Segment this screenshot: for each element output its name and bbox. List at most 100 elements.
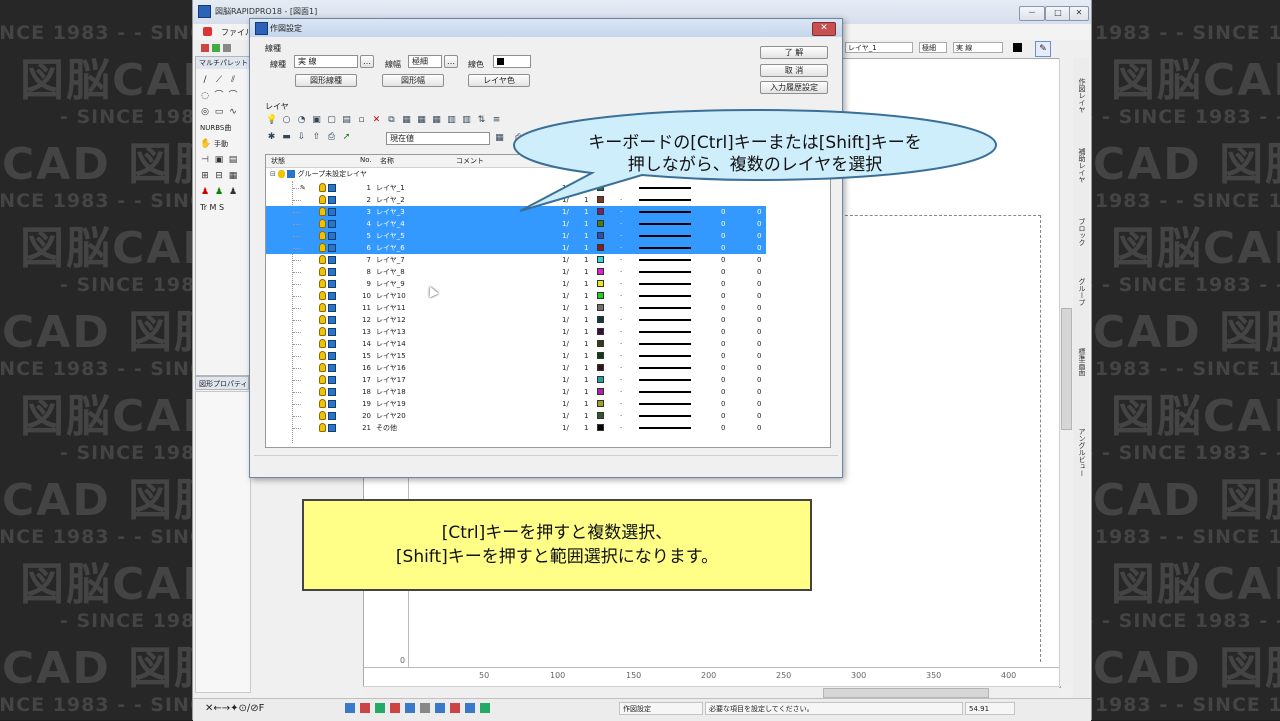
- linetype-more-button[interactable]: …: [360, 55, 374, 68]
- maximize-button[interactable]: □: [1045, 6, 1071, 21]
- layer-color-swatch[interactable]: [597, 304, 604, 311]
- visibility-bulb-icon[interactable]: [319, 207, 326, 216]
- layer-color-swatch[interactable]: [597, 220, 604, 227]
- layer-row[interactable]: 8 レイヤ_8 1/1 · 0 0: [266, 266, 830, 278]
- col-state[interactable]: 状態: [271, 156, 285, 166]
- pencil-icon[interactable]: ✎: [1035, 41, 1051, 57]
- save-icon[interactable]: ▬: [281, 132, 292, 143]
- current-value-select[interactable]: 現在値: [386, 132, 490, 145]
- layer-color-swatch[interactable]: [597, 352, 604, 359]
- lock-state-icon[interactable]: [328, 196, 336, 204]
- layer-row[interactable]: 20 レイヤ20 1/1 · 0 0: [266, 410, 830, 422]
- visibility-bulb-icon[interactable]: [319, 375, 326, 384]
- bulb-off-icon[interactable]: ○: [281, 115, 292, 126]
- hand-tool-icon[interactable]: ✋: [200, 139, 211, 149]
- unlock-icon[interactable]: ▢: [326, 115, 337, 126]
- layer-color-swatch[interactable]: [597, 268, 604, 275]
- cancel-button[interactable]: 取 消: [760, 64, 828, 77]
- arc2-tool-icon[interactable]: ⌒: [228, 91, 238, 101]
- hand-tool-label[interactable]: 手動: [214, 139, 228, 149]
- vertical-scrollbar[interactable]: [1059, 58, 1072, 686]
- visibility-bulb-icon[interactable]: [319, 315, 326, 324]
- layer-color-swatch[interactable]: [597, 400, 604, 407]
- new-layer-icon[interactable]: ▫: [356, 115, 367, 126]
- tree-icon[interactable]: ✱: [266, 132, 277, 143]
- layer-row[interactable]: 17 レイヤ17 1/1 · 0 0: [266, 374, 830, 386]
- block-tool-icon[interactable]: ▦: [228, 171, 238, 181]
- lock-state-icon[interactable]: [328, 376, 336, 384]
- linewidth-more-button[interactable]: …: [444, 55, 458, 68]
- lock-state-icon[interactable]: [328, 268, 336, 276]
- layer-row[interactable]: 15 レイヤ15 1/1 · 0 0: [266, 350, 830, 362]
- lock-state-icon[interactable]: [328, 220, 336, 228]
- view5-icon[interactable]: ▥: [461, 115, 472, 126]
- layer-row[interactable]: 9 レイヤ_9 1/1 · 0 0: [266, 278, 830, 290]
- visibility-bulb-icon[interactable]: [319, 243, 326, 252]
- visibility-bulb-icon[interactable]: [319, 339, 326, 348]
- print-icon[interactable]: ⎙: [326, 132, 337, 143]
- visibility-bulb-icon[interactable]: [319, 327, 326, 336]
- rect-tool-icon[interactable]: ▭: [214, 107, 224, 117]
- lock-state-icon[interactable]: [328, 244, 336, 252]
- linecolor-select[interactable]: [493, 55, 531, 68]
- visibility-bulb-icon[interactable]: [319, 351, 326, 360]
- tab-standard-view[interactable]: 標準画面: [1074, 348, 1087, 376]
- lock-state-icon[interactable]: [328, 412, 336, 420]
- move-icon[interactable]: ➚: [341, 132, 352, 143]
- col-name[interactable]: 名称: [380, 156, 394, 166]
- layer-color-swatch[interactable]: [597, 232, 604, 239]
- layer-row[interactable]: 12 レイヤ12 1/1 · 0 0: [266, 314, 830, 326]
- target-tool-icon[interactable]: ◎: [200, 107, 210, 117]
- ok-button[interactable]: 了 解: [760, 46, 828, 59]
- layer-combo[interactable]: レイヤ_1: [845, 42, 913, 53]
- lock-state-icon[interactable]: [328, 304, 336, 312]
- layer-row[interactable]: 4 レイヤ_4 1/1 · 0 0: [266, 218, 830, 230]
- layer-color-swatch[interactable]: [597, 376, 604, 383]
- arc-tool-icon[interactable]: ⌒: [214, 91, 224, 101]
- mode-buttons[interactable]: [345, 703, 607, 715]
- layer-row[interactable]: 18 レイヤ18 1/1 · 0 0: [266, 386, 830, 398]
- visibility-bulb-icon[interactable]: [319, 411, 326, 420]
- layer-color-swatch[interactable]: [597, 280, 604, 287]
- lock-state-icon[interactable]: [328, 352, 336, 360]
- export-icon[interactable]: ⇧: [311, 132, 322, 143]
- layer-row[interactable]: 16 レイヤ16 1/1 · 0 0: [266, 362, 830, 374]
- input-history-button[interactable]: 入力履歴設定: [760, 81, 828, 94]
- symbol-tool-icon[interactable]: ⊞: [200, 171, 210, 181]
- layer-color-swatch[interactable]: [597, 328, 604, 335]
- lock-state-icon[interactable]: [328, 208, 336, 216]
- lock-state-icon[interactable]: [328, 364, 336, 372]
- menu-icon[interactable]: ≡: [491, 115, 502, 126]
- lock-state-icon[interactable]: [328, 400, 336, 408]
- layer-row[interactable]: 19 レイヤ19 1/1 · 0 0: [266, 398, 830, 410]
- close-app-button[interactable]: ✕: [1069, 6, 1089, 21]
- lock-icon[interactable]: ▣: [311, 115, 322, 126]
- spline-tool-icon[interactable]: ∿: [228, 107, 238, 117]
- layer-row[interactable]: 14 レイヤ14 1/1 · 0 0: [266, 338, 830, 350]
- note-tool-icon[interactable]: ▤: [228, 155, 238, 165]
- layer-color-swatch[interactable]: [597, 316, 604, 323]
- layer-row[interactable]: 6 レイヤ_6 1/1 · 0 0: [266, 242, 830, 254]
- layer-row[interactable]: 5 レイヤ_5 1/1 · 0 0: [266, 230, 830, 242]
- import-icon[interactable]: ⇩: [296, 132, 307, 143]
- person3-tool-icon[interactable]: ♟: [228, 187, 238, 197]
- visibility-bulb-icon[interactable]: [319, 183, 326, 192]
- minimize-button[interactable]: －: [1019, 6, 1045, 21]
- line-tool-icon[interactable]: ∕: [200, 75, 210, 85]
- view2-icon[interactable]: ▦: [416, 115, 427, 126]
- visibility-bulb-icon[interactable]: [319, 195, 326, 204]
- view1-icon[interactable]: ▦: [401, 115, 412, 126]
- layer-row[interactable]: 13 レイヤ13 1/1 · 0 0: [266, 326, 830, 338]
- lock-state-icon[interactable]: [328, 316, 336, 324]
- horizontal-scroll-thumb[interactable]: [823, 688, 989, 698]
- col-comment[interactable]: コメント: [456, 156, 484, 166]
- toolbar-icons[interactable]: [201, 44, 241, 53]
- lock-state-icon[interactable]: [328, 328, 336, 336]
- width-combo[interactable]: 極細: [919, 42, 947, 53]
- circle-tool-icon[interactable]: ◌: [200, 91, 210, 101]
- bulb-on-icon[interactable]: 💡: [266, 115, 277, 126]
- visibility-bulb-icon[interactable]: [319, 387, 326, 396]
- copy-icon[interactable]: ⧉: [386, 115, 397, 126]
- layer-color-swatch[interactable]: [597, 340, 604, 347]
- visibility-bulb-icon[interactable]: [319, 399, 326, 408]
